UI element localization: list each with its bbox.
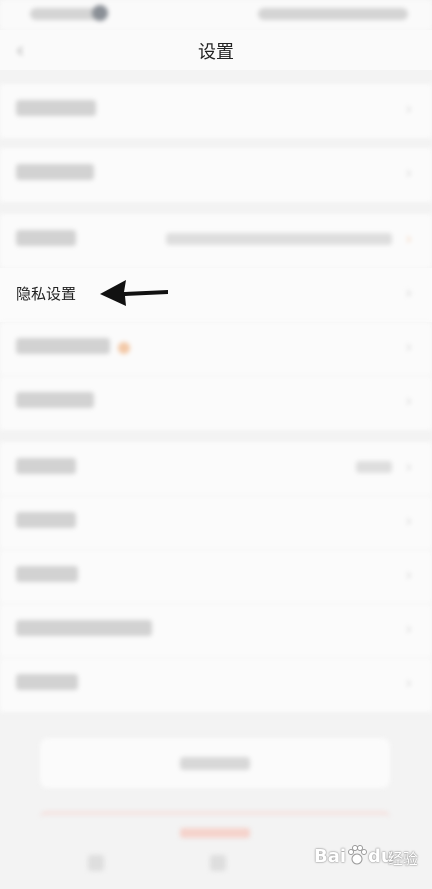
bottom-button-label <box>180 757 250 770</box>
settings-item-privacy[interactable]: 隐私设置 › <box>0 268 432 322</box>
settings-item-label <box>16 392 94 408</box>
settings-item-label <box>16 566 78 582</box>
nav-icon-middle[interactable] <box>210 855 226 871</box>
settings-item-value <box>356 461 392 473</box>
settings-item-2[interactable]: › <box>0 148 432 202</box>
settings-item-9[interactable]: › <box>0 550 432 604</box>
baidu-watermark: Bai du 经验 <box>310 840 420 876</box>
status-bar <box>0 0 432 30</box>
paw-icon <box>348 845 367 865</box>
settings-item-value <box>166 233 392 245</box>
chevron-right-icon: › <box>405 337 412 356</box>
chevron-right-icon: › <box>405 511 412 530</box>
baidu-text-jingyan: 经验 <box>388 850 419 868</box>
settings-item-label <box>16 230 76 246</box>
bottom-red-button-label <box>180 828 250 838</box>
chevron-right-icon: › <box>405 619 412 638</box>
chevron-right-icon: › <box>405 99 412 118</box>
chevron-right-icon: › <box>405 565 412 584</box>
settings-item-label <box>16 674 78 690</box>
chevron-right-icon: › <box>405 391 412 410</box>
settings-item-label <box>16 620 152 636</box>
chevron-right-icon: › <box>405 673 412 692</box>
privacy-settings-label: 隐私设置 <box>16 285 77 303</box>
page-title: 设置 <box>198 42 234 63</box>
settings-item-label <box>16 338 110 354</box>
settings-item-label <box>16 512 76 528</box>
baidu-text-bai: Bai <box>314 846 347 867</box>
chevron-right-icon: › <box>405 457 412 476</box>
settings-item-7[interactable]: › <box>0 442 432 496</box>
settings-item-label <box>16 458 76 474</box>
settings-item-10[interactable]: › <box>0 604 432 658</box>
chevron-right-icon: › <box>405 229 412 248</box>
badge-icon <box>118 342 130 354</box>
status-time <box>30 8 100 20</box>
status-icons <box>258 8 408 20</box>
chevron-right-icon: › <box>405 283 412 302</box>
nav-icon-left[interactable] <box>88 855 104 871</box>
chevron-right-icon: › <box>405 163 412 182</box>
bottom-button[interactable] <box>40 738 390 788</box>
settings-item-3[interactable]: › <box>0 214 432 268</box>
pointer-arrow-icon <box>100 280 168 306</box>
settings-item-8[interactable]: › <box>0 496 432 550</box>
settings-item-label <box>16 164 94 180</box>
settings-item-1[interactable]: › <box>0 84 432 138</box>
settings-item-5[interactable]: › <box>0 322 432 376</box>
status-indicator-icon <box>92 5 108 21</box>
settings-item-11[interactable]: › <box>0 658 432 712</box>
nav-bar: ‹ 设置 <box>0 30 432 70</box>
settings-item-6[interactable]: › <box>0 376 432 430</box>
settings-item-label <box>16 100 96 116</box>
